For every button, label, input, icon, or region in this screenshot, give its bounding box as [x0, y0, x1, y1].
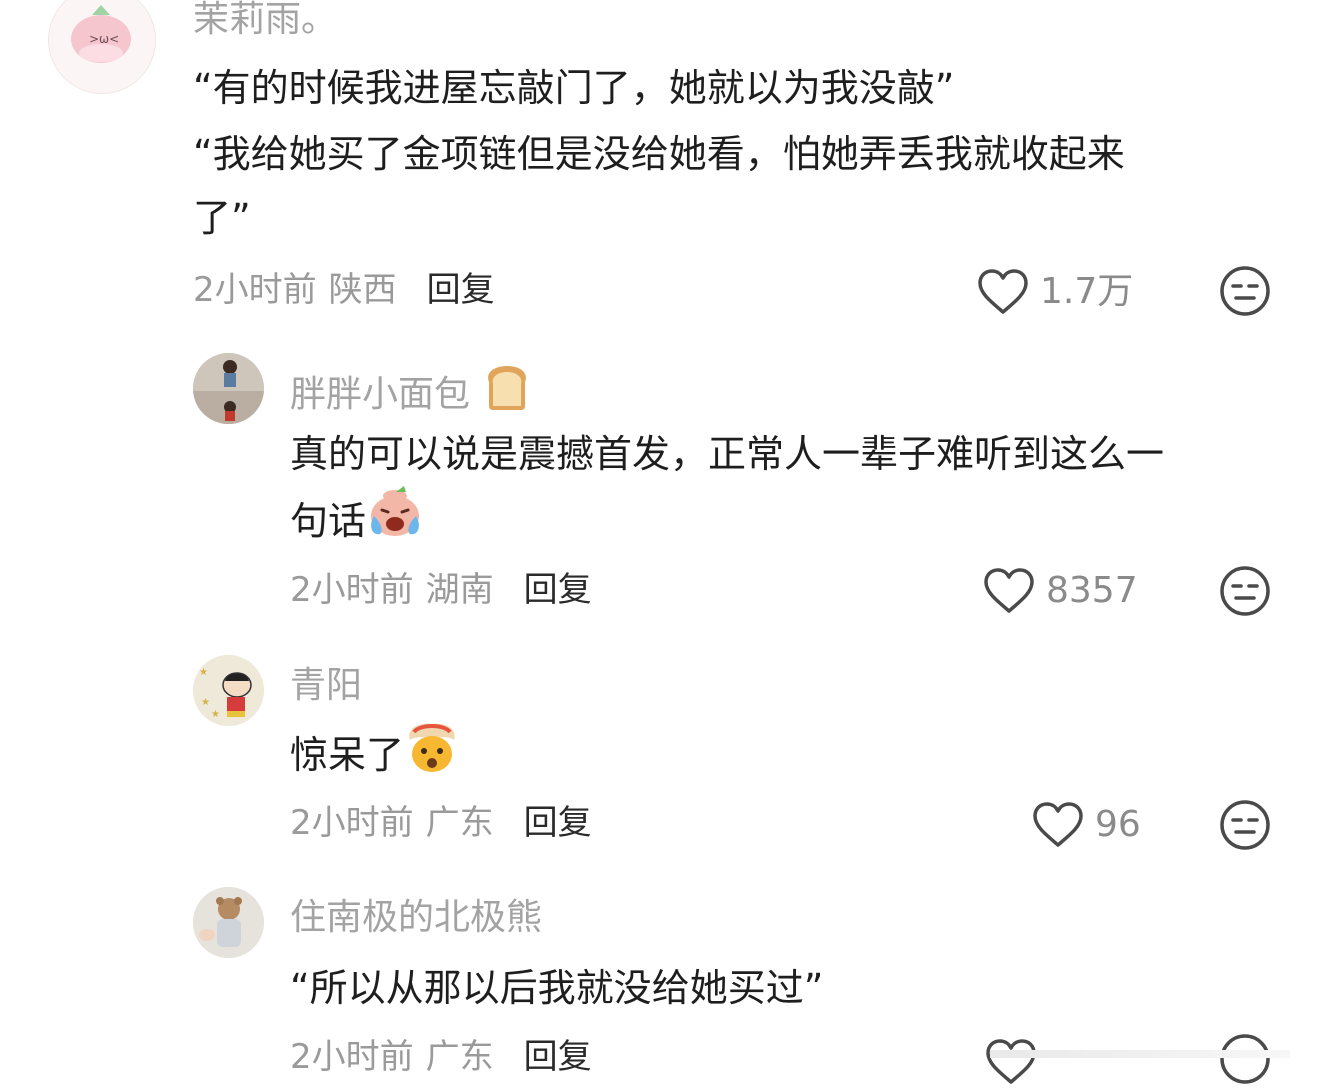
comment-meta: 2小时前 广东 回复 [290, 803, 592, 843]
svg-text:>ω<: >ω< [89, 32, 119, 46]
like-button[interactable] [984, 1038, 1048, 1086]
avatar-photo-image [193, 353, 264, 424]
svg-text:★: ★ [199, 667, 208, 678]
meh-face-icon [1220, 800, 1270, 850]
svg-text:★: ★ [201, 697, 210, 708]
meh-face-icon [1220, 566, 1270, 616]
timestamp: 2小时前 [290, 1037, 414, 1077]
comment-meta: 2小时前 陕西 回复 [193, 270, 495, 310]
heart-outline-icon [978, 269, 1028, 314]
dislike-button[interactable] [1219, 1033, 1271, 1085]
comment-meta: 2小时前 广东 回复 [290, 1037, 592, 1077]
avatar-cartoon-image: ★ ★ ★ [193, 655, 264, 726]
username[interactable]: 胖胖小面包 [290, 362, 533, 423]
reply-button[interactable]: 回复 [524, 803, 592, 843]
like-button[interactable]: 8357 [982, 567, 1138, 615]
comment-text: “有的时候我进屋忘敲门了，她就以为我没敲” “我给她买了金项链但是没给她看，怕她… [193, 56, 1253, 250]
heart-outline-icon [1033, 802, 1083, 847]
avatar[interactable] [193, 887, 264, 958]
avatar[interactable]: ★ ★ ★ [193, 655, 264, 726]
bread-emoji [481, 362, 533, 423]
comment-text-line: “所以从那以后我就没给她买过” [290, 966, 824, 1010]
like-count: 1.7万 [1040, 271, 1134, 312]
comment-text: “所以从那以后我就没给她买过” [290, 956, 1280, 1020]
avatar[interactable] [193, 353, 264, 424]
username-text: 胖胖小面包 [290, 374, 471, 415]
exploding-head-emoji [404, 720, 460, 793]
comment-text-line: 句话 [290, 486, 1280, 559]
heart-outline-icon [984, 568, 1034, 613]
svg-text:★: ★ [211, 709, 220, 720]
comment-text-line: 真的可以说是震撼首发，正常人一辈子难听到这么一 [290, 432, 1165, 476]
username[interactable]: 青阳 [290, 664, 362, 708]
comment-text-fragment: 惊呆了 [290, 733, 405, 777]
meh-face-icon [1220, 1034, 1270, 1084]
dislike-button[interactable] [1219, 565, 1271, 617]
reply-button[interactable]: 回复 [524, 1037, 592, 1077]
avatar-mascot-image: >ω< [71, 5, 131, 63]
username[interactable]: 茉莉雨。 [193, 0, 337, 42]
like-button[interactable]: 96 [1031, 801, 1141, 849]
comment-text: 真的可以说是震撼首发，正常人一辈子难听到这么一 句话 [290, 422, 1280, 559]
reply-button[interactable]: 回复 [524, 570, 592, 610]
comment-text-line: 了” [193, 196, 251, 240]
comment-text-line: “有的时候我进屋忘敲门了，她就以为我没敲” [193, 66, 955, 110]
heart-outline-icon [986, 1039, 1036, 1084]
timestamp: 2小时前 [193, 270, 317, 310]
comment-meta: 2小时前 湖南 回复 [290, 570, 592, 610]
comment-text-line: 惊呆了 [290, 720, 1280, 793]
dislike-button[interactable] [1219, 265, 1271, 317]
location: 广东 [425, 1037, 494, 1077]
timestamp: 2小时前 [290, 570, 414, 610]
comment-text: 惊呆了 [290, 720, 1280, 793]
location: 陕西 [328, 270, 397, 310]
username[interactable]: 住南极的北极熊 [290, 896, 542, 940]
watermark-bar [990, 1050, 1290, 1058]
location: 广东 [425, 803, 494, 843]
reply-button[interactable]: 回复 [427, 270, 495, 310]
crying-face-emoji [366, 486, 424, 559]
dislike-button[interactable] [1219, 799, 1271, 851]
comment-text-line: “我给她买了金项链但是没给她看，怕她弄丢我就收起来 [193, 132, 1125, 176]
avatar[interactable]: >ω< [48, 0, 156, 94]
like-count: 8357 [1046, 570, 1138, 611]
location: 湖南 [425, 570, 494, 610]
avatar-teddy-bear-image [193, 887, 264, 958]
like-button[interactable]: 1.7万 [976, 268, 1133, 316]
timestamp: 2小时前 [290, 803, 414, 843]
meh-face-icon [1220, 266, 1270, 316]
like-count: 96 [1095, 804, 1141, 845]
comment-text-fragment: 句话 [290, 499, 367, 543]
